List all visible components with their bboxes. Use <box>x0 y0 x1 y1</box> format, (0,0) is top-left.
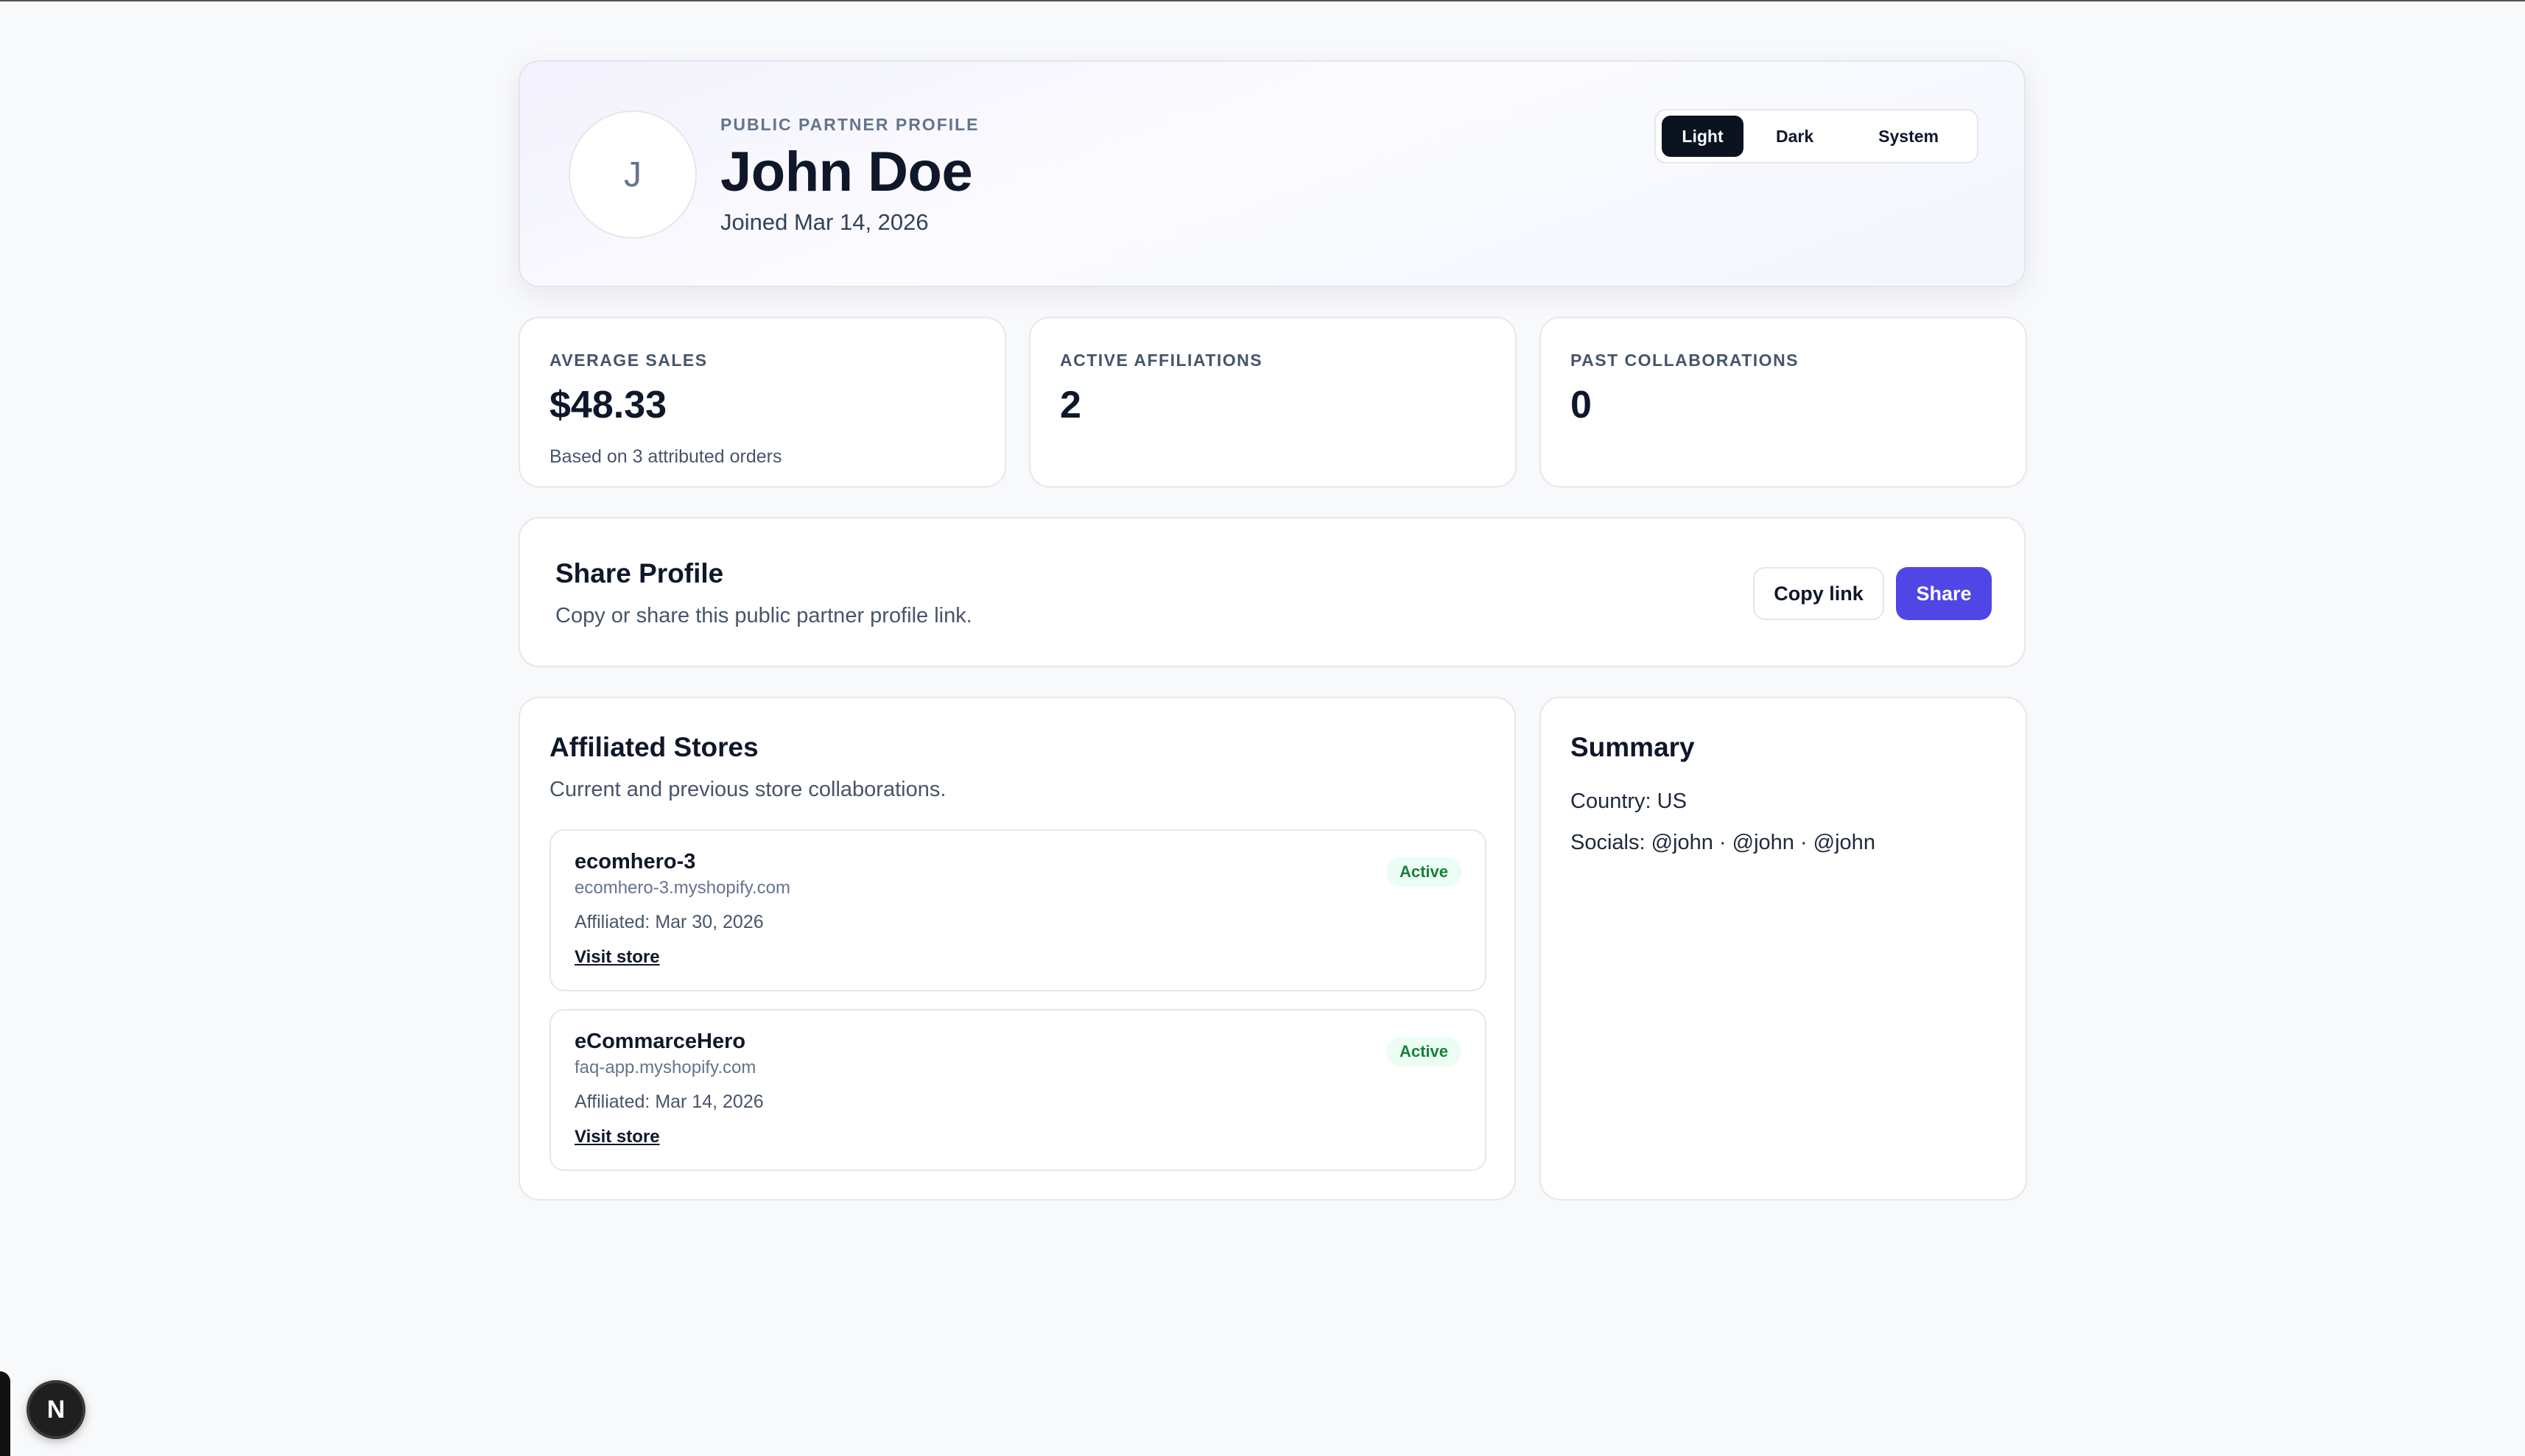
store-name: eCommarceHero <box>575 1030 746 1053</box>
share-title: Share Profile <box>555 558 724 588</box>
theme-dark-button[interactable]: Dark <box>1743 116 1846 157</box>
joined-date: Joined Mar 14, 2026 <box>720 209 929 235</box>
share-description: Copy or share this public partner profil… <box>555 604 972 627</box>
stat-value: $48.33 <box>549 384 667 426</box>
summary-card: Summary Country: US Socials: @john · @jo… <box>1539 697 2027 1200</box>
stat-value: 0 <box>1570 384 1592 426</box>
copy-link-button[interactable]: Copy link <box>1753 567 1884 620</box>
store-domain: faq-app.myshopify.com <box>575 1058 756 1077</box>
theme-toggle: Light Dark System <box>1654 109 1978 163</box>
stat-card-past-collaborations: PAST COLLABORATIONS 0 <box>1539 317 2027 488</box>
affiliated-stores-card: Affiliated Stores Current and previous s… <box>519 697 1516 1200</box>
stores-description: Current and previous store collaboration… <box>549 778 947 801</box>
avatar: J <box>569 110 697 239</box>
stores-title: Affiliated Stores <box>549 732 759 762</box>
share-profile-card: Share Profile Copy or share this public … <box>519 517 2026 667</box>
status-badge: Active <box>1386 1037 1461 1066</box>
status-badge: Active <box>1386 857 1461 887</box>
store-affiliated-date: Affiliated: Mar 14, 2026 <box>575 1091 764 1112</box>
list-item: ecomhero-3 ecomhero-3.myshopify.com Affi… <box>549 829 1486 991</box>
store-name: ecomhero-3 <box>575 850 696 873</box>
stat-label: ACTIVE AFFILIATIONS <box>1060 351 1263 370</box>
stat-value: 2 <box>1060 384 1081 426</box>
visit-store-link[interactable]: Visit store <box>575 947 660 968</box>
summary-country: Country: US <box>1570 789 1687 813</box>
page-title: John Doe <box>720 141 973 203</box>
stat-label: AVERAGE SALES <box>549 351 708 370</box>
store-affiliated-date: Affiliated: Mar 30, 2026 <box>575 912 764 932</box>
stat-note: Based on 3 attributed orders <box>549 446 782 467</box>
stat-card-average-sales: AVERAGE SALES $48.33 Based on 3 attribut… <box>519 317 1006 488</box>
share-button[interactable]: Share <box>1896 567 1992 620</box>
profile-eyebrow: PUBLIC PARTNER PROFILE <box>720 115 980 134</box>
list-item: eCommarceHero faq-app.myshopify.com Affi… <box>549 1009 1486 1171</box>
profile-header-card: J PUBLIC PARTNER PROFILE John Doe Joined… <box>519 60 2026 287</box>
visit-store-link[interactable]: Visit store <box>575 1127 660 1147</box>
theme-light-button[interactable]: Light <box>1662 116 1744 157</box>
summary-title: Summary <box>1570 732 1695 762</box>
dev-tools-button[interactable]: N <box>27 1380 85 1439</box>
window-corner <box>0 1371 10 1456</box>
stat-label: PAST COLLABORATIONS <box>1570 351 1799 370</box>
theme-system-button[interactable]: System <box>1846 116 1971 157</box>
store-domain: ecomhero-3.myshopify.com <box>575 878 790 898</box>
summary-socials: Socials: @john · @john · @john <box>1570 831 1875 854</box>
stat-card-active-affiliations: ACTIVE AFFILIATIONS 2 <box>1029 317 1517 488</box>
